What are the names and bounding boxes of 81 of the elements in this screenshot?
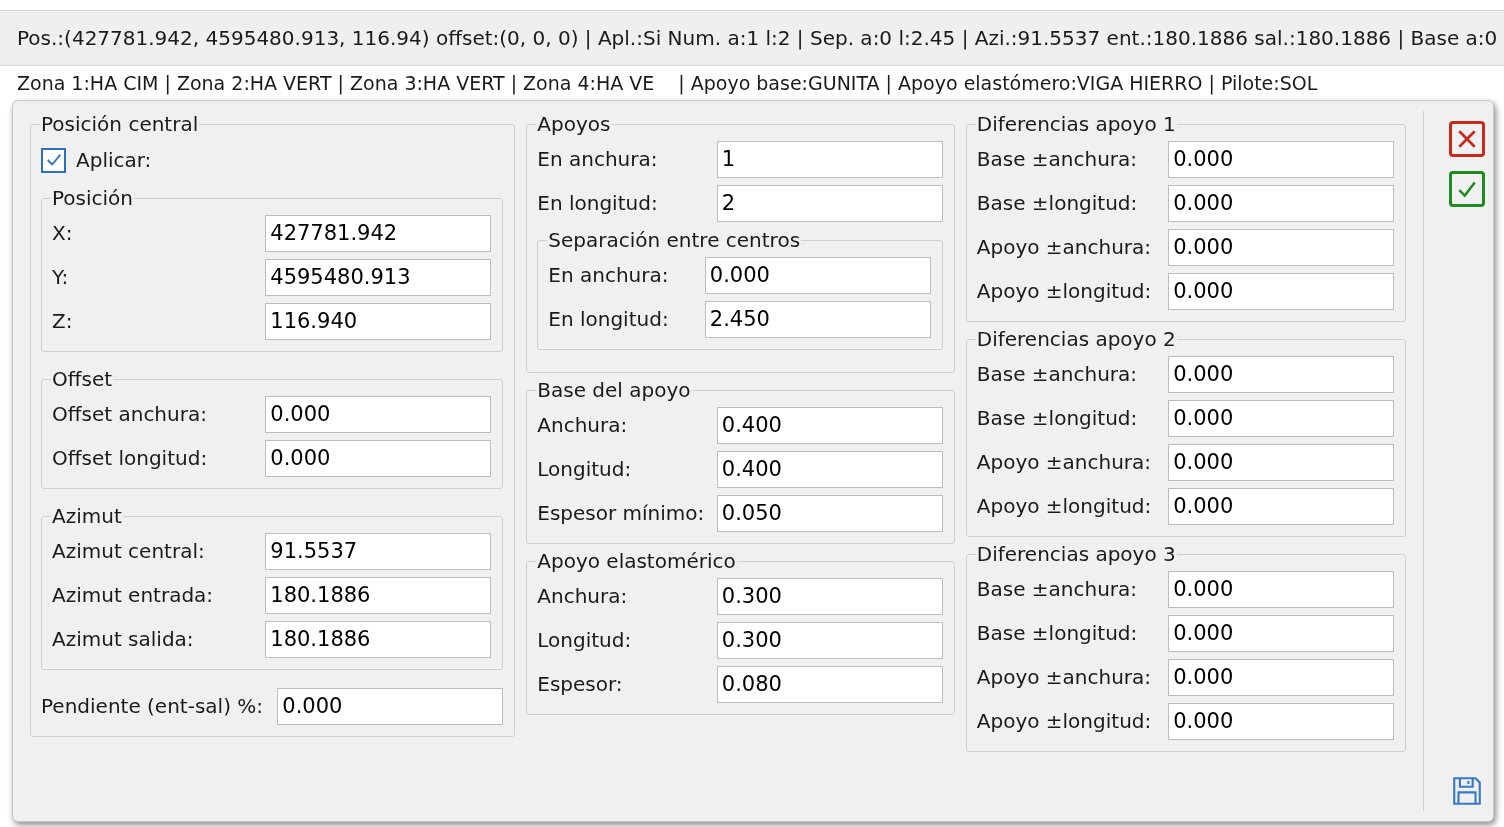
field-label: Longitud: [537, 456, 633, 483]
input-field[interactable]: 91.5537 [265, 532, 492, 570]
field-label: Apoyo ±longitud: [976, 493, 1153, 520]
group-title: Apoyos [536, 111, 612, 137]
field-label: Base ±longitud: [976, 620, 1139, 647]
group-title: Diferencias apoyo 3 [975, 541, 1177, 567]
field-label: Apoyo ±anchura: [976, 664, 1153, 691]
field-label: Apoyo ±longitud: [976, 708, 1153, 735]
input-field[interactable]: 1 [716, 140, 943, 178]
input-field[interactable]: 0.000 [1168, 702, 1395, 740]
input-field[interactable]: 0.000 [1168, 140, 1395, 178]
group-title: Diferencias apoyo 2 [975, 326, 1177, 352]
checkbox-label: Aplicar: [76, 147, 152, 174]
input-field[interactable]: 0.000 [1168, 355, 1395, 393]
input-field[interactable]: 0.000 [1168, 570, 1395, 608]
field-label: Base ±anchura: [976, 146, 1139, 173]
input-field[interactable]: 0.000 [1168, 399, 1395, 437]
field-label: Base ±anchura: [976, 576, 1139, 603]
input-field[interactable]: 0.000 [1168, 272, 1395, 310]
field-label: Espesor: [537, 671, 624, 698]
field-label: Espesor mínimo: [537, 500, 706, 527]
field-label: Base ±longitud: [976, 190, 1139, 217]
input-field[interactable]: 4595480.913 [265, 258, 492, 296]
group-title: Separación entre centros [547, 227, 802, 253]
input-field[interactable]: 0.050 [716, 494, 943, 532]
input-field[interactable]: 180.1886 [265, 576, 492, 614]
status-text: Zona 1:HA CIM | Zona 2:HA VERT | Zona 3:HA VERT | Zona 4:HA VE [17, 70, 655, 97]
input-field[interactable]: 0.300 [716, 577, 943, 615]
input-field[interactable]: 0.000 [1168, 487, 1395, 525]
input-field[interactable]: 116.940 [265, 302, 492, 340]
input-field[interactable]: 0.000 [265, 395, 492, 433]
field-label: Offset longitud: [52, 445, 209, 472]
field-label: En anchura: [548, 262, 670, 289]
field-label: Pendiente (ent-sal) %: [41, 693, 265, 720]
field-label: En longitud: [537, 190, 659, 217]
field-label: En anchura: [537, 146, 659, 173]
group-title: Posición [51, 185, 135, 211]
group-title: Azimut [51, 503, 123, 529]
close-button[interactable] [1448, 121, 1485, 157]
input-field[interactable]: 0.300 [716, 621, 943, 659]
input-field[interactable]: 0.000 [1168, 228, 1395, 266]
field-label: Anchura: [537, 583, 629, 610]
field-label: Z: [52, 308, 74, 335]
field-label: Longitud: [537, 627, 633, 654]
input-field[interactable]: 0.400 [716, 406, 943, 444]
checkbox[interactable] [41, 147, 66, 173]
field-label: Apoyo ±anchura: [976, 234, 1153, 261]
input-field[interactable]: 0.080 [716, 665, 943, 703]
input-field[interactable]: 180.1886 [265, 620, 492, 658]
field-label: X: [52, 220, 74, 247]
input-field[interactable]: 0.000 [277, 687, 504, 725]
input-field[interactable]: 2 [716, 184, 943, 222]
status-text: Pos.:(427781.942, 4595480.913, 116.94) offset:(0, 0, 0) | Apl.:Si Num. a:1 l:2 | Sep. a:0 l:2.45 | Azi.:91.5537 ent.:180.1886 sal.:180.1886 | Base a:0 [17, 25, 1498, 52]
field-label: Base ±anchura: [976, 361, 1139, 388]
field-label: Offset anchura: [52, 401, 208, 428]
input-field[interactable]: 0.000 [1168, 614, 1395, 652]
input-field[interactable]: 0.000 [1168, 658, 1395, 696]
group-title: Base del apoyo [536, 377, 692, 403]
field-label: Azimut salida: [52, 626, 195, 653]
input-field[interactable]: 0.000 [1168, 443, 1395, 481]
input-field[interactable]: 0.400 [716, 450, 943, 488]
field-label: Azimut central: [52, 538, 206, 565]
field-label: Y: [52, 264, 70, 291]
field-label: Apoyo ±anchura: [976, 449, 1153, 476]
input-field[interactable]: 427781.942 [265, 214, 492, 252]
input-field[interactable]: 0.000 [1168, 184, 1395, 222]
field-label: Base ±longitud: [976, 405, 1139, 432]
status-text: | Apoyo base:GUNITA | Apoyo elastómero:VIGA HIERRO | Pilote:SOL [678, 70, 1318, 97]
input-field[interactable]: 0.000 [704, 256, 931, 294]
field-label: Apoyo ±longitud: [976, 278, 1153, 305]
check-icon [44, 151, 63, 169]
field-label: Anchura: [537, 412, 629, 439]
field-label: En longitud: [548, 306, 670, 333]
group-title: Posición central [40, 111, 200, 137]
group-title: Diferencias apoyo 1 [975, 111, 1177, 137]
input-field[interactable]: 0.000 [265, 439, 492, 477]
group-title: Offset [51, 366, 114, 392]
input-field[interactable]: 2.450 [704, 300, 931, 338]
field-label: Azimut entrada: [52, 582, 215, 609]
group-title: Apoyo elastomérico [536, 548, 737, 574]
confirm-button[interactable] [1448, 171, 1485, 207]
